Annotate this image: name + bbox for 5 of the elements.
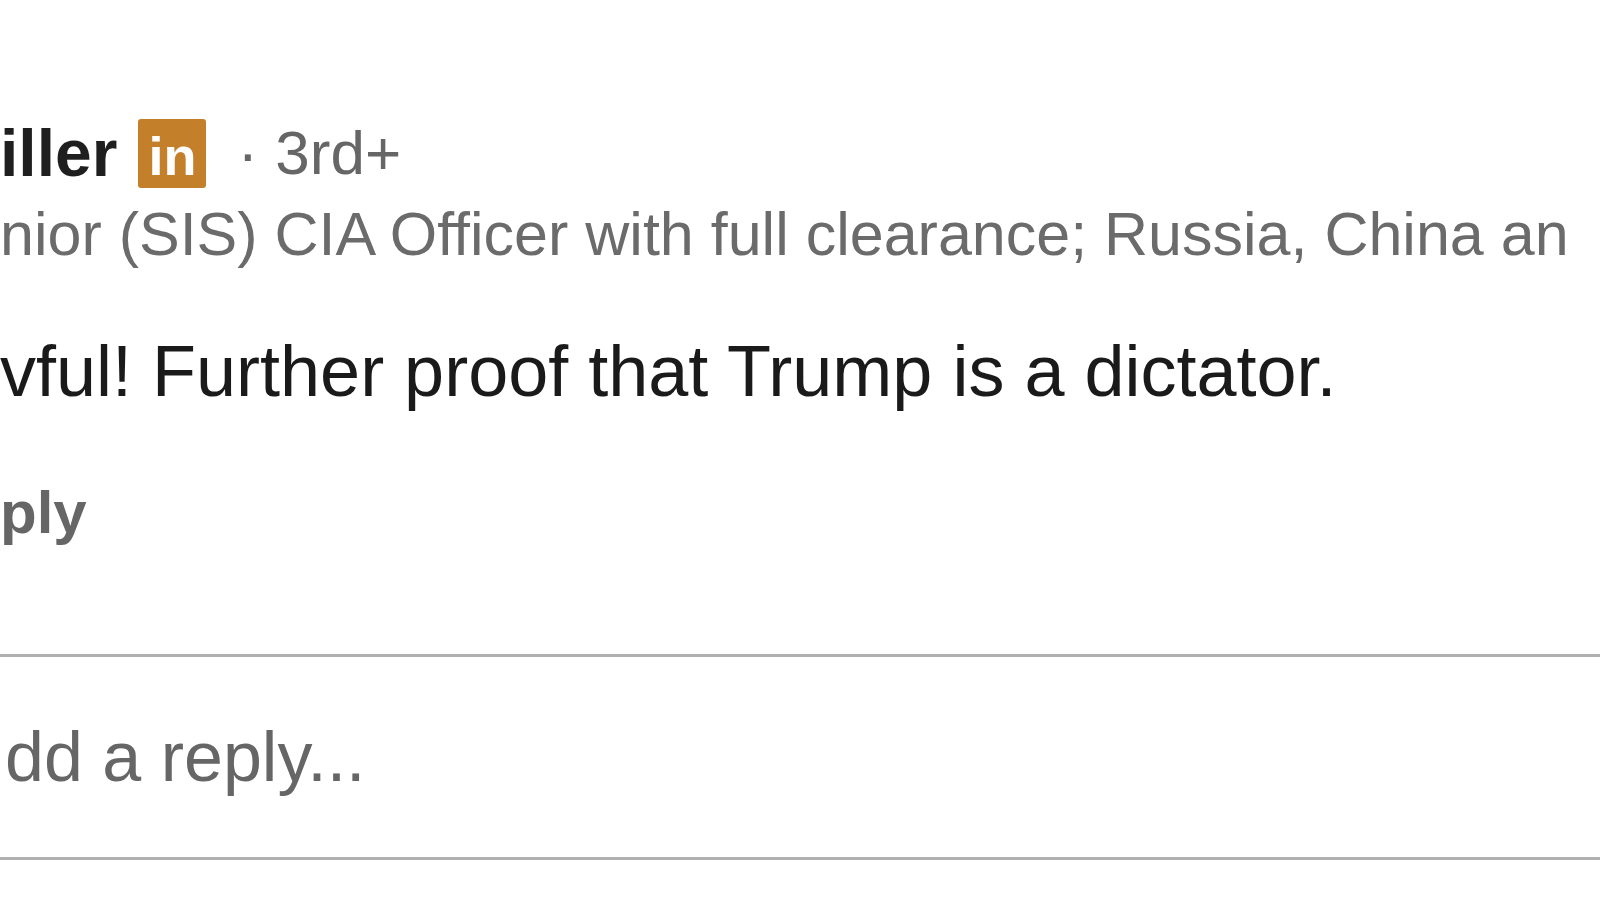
logo-badge: in bbox=[138, 118, 207, 188]
reply-button[interactable]: ply bbox=[0, 483, 87, 543]
reply-input[interactable]: dd a reply... bbox=[0, 654, 1600, 860]
author-name[interactable]: iller bbox=[0, 120, 118, 186]
connection-degree: · 3rd+ bbox=[237, 122, 402, 184]
